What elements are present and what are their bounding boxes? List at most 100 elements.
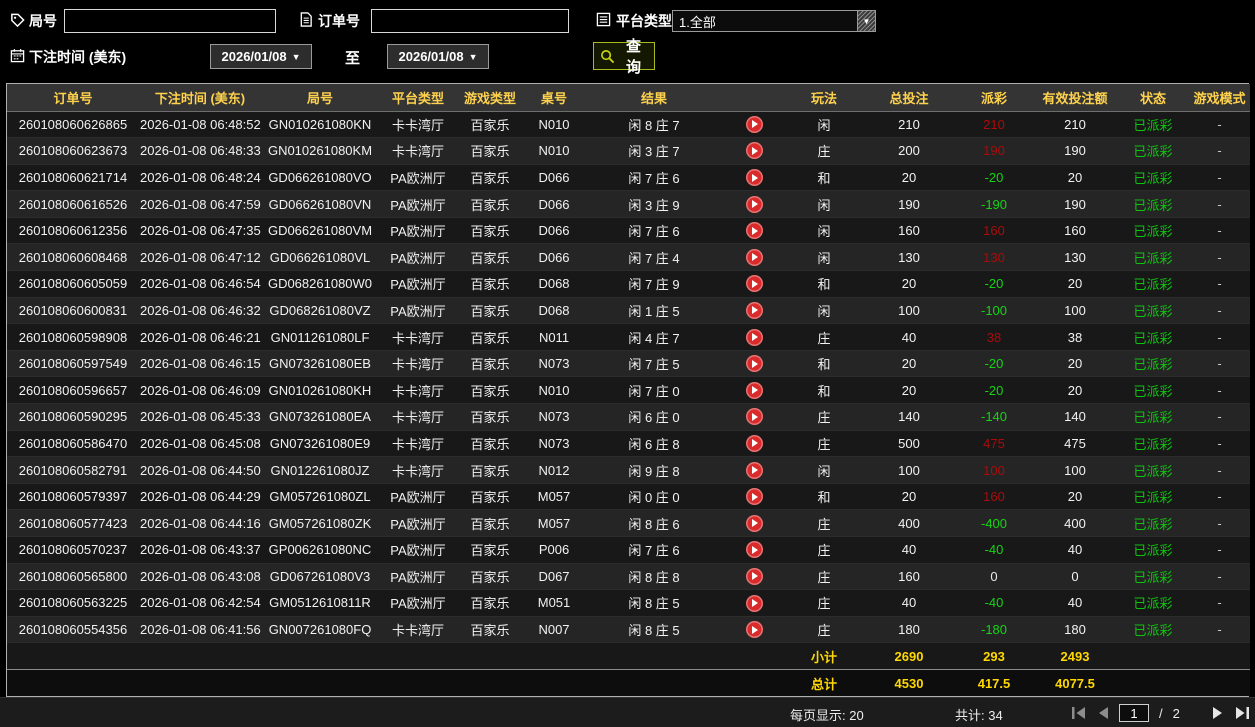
column-header: 结果	[585, 84, 723, 111]
cell-game: 百家乐	[457, 350, 523, 377]
cell-play: 庄	[785, 563, 863, 590]
cell-mode: -	[1189, 404, 1250, 431]
cell-valid_bet: 0	[1033, 563, 1117, 590]
cell-play_btn[interactable]	[723, 191, 785, 218]
first-page-icon[interactable]	[1072, 707, 1087, 719]
cell-order_id: 260108060597549	[7, 350, 139, 377]
cell-play_btn[interactable]	[723, 563, 785, 590]
cell-play_btn[interactable]	[723, 537, 785, 564]
cell-order_id: 260108060554356	[7, 616, 139, 643]
cell-play_btn[interactable]	[723, 350, 785, 377]
play-video-icon[interactable]	[746, 621, 763, 638]
cell-play_btn[interactable]	[723, 590, 785, 617]
cell-status: 已派彩	[1117, 271, 1189, 298]
play-video-icon[interactable]	[746, 355, 763, 372]
date-from-button[interactable]: 2026/01/08▼	[210, 44, 312, 69]
table-row: 2601080605774232026-01-08 06:44:16GM0572…	[7, 510, 1250, 537]
prev-page-icon[interactable]	[1097, 707, 1109, 719]
cell-time: 2026-01-08 06:48:33	[139, 138, 261, 165]
cell-total_bet: 40	[863, 590, 955, 617]
play-video-icon[interactable]	[746, 196, 763, 213]
play-video-icon[interactable]	[746, 462, 763, 479]
cell-time: 2026-01-08 06:44:16	[139, 510, 261, 537]
cell-play_btn[interactable]	[723, 271, 785, 298]
cell-round: GP006261080NC	[261, 537, 379, 564]
cell-round: GD066261080VM	[261, 217, 379, 244]
cell-play_btn[interactable]	[723, 483, 785, 510]
cell-table_no: M057	[523, 510, 585, 537]
cell-platform: 卡卡湾厅	[379, 404, 457, 431]
cell-play: 和	[785, 164, 863, 191]
cell-total_bet: 400	[863, 510, 955, 537]
play-video-icon[interactable]	[746, 302, 763, 319]
column-header: 总投注	[863, 84, 955, 111]
play-video-icon[interactable]	[746, 116, 763, 133]
order-input[interactable]	[371, 9, 569, 33]
play-video-icon[interactable]	[746, 488, 763, 505]
play-video-icon[interactable]	[746, 515, 763, 532]
cell-play_btn[interactable]	[723, 430, 785, 457]
cell-payout: 160	[955, 217, 1033, 244]
cell-mode: -	[1189, 297, 1250, 324]
cell-play_btn[interactable]	[723, 616, 785, 643]
play-video-icon[interactable]	[746, 568, 763, 585]
cell-valid_bet: 140	[1033, 404, 1117, 431]
round-input[interactable]	[64, 9, 276, 33]
cell-round: GN007261080FQ	[261, 616, 379, 643]
round-label: 局号	[29, 11, 57, 31]
cell-game: 百家乐	[457, 138, 523, 165]
cell-payout: -20	[955, 164, 1033, 191]
play-video-icon[interactable]	[746, 142, 763, 159]
cell-table_no: D067	[523, 563, 585, 590]
play-video-icon[interactable]	[746, 329, 763, 346]
cell-time: 2026-01-08 06:44:29	[139, 483, 261, 510]
cell-play_btn[interactable]	[723, 138, 785, 165]
platform-select-value: 1.全部	[679, 12, 716, 31]
cell-mode: -	[1189, 537, 1250, 564]
cell-total_bet: 20	[863, 483, 955, 510]
play-video-icon[interactable]	[746, 222, 763, 239]
date-to-button[interactable]: 2026/01/08▼	[387, 44, 489, 69]
cell-platform: PA欧洲厅	[379, 244, 457, 271]
play-video-icon[interactable]	[746, 595, 763, 612]
play-video-icon[interactable]	[746, 249, 763, 266]
cell-table_no: D068	[523, 297, 585, 324]
cell-play_btn[interactable]	[723, 377, 785, 404]
play-video-icon[interactable]	[746, 435, 763, 452]
cell-round: GN011261080LF	[261, 324, 379, 351]
cell-play_btn[interactable]	[723, 404, 785, 431]
cell-play_btn[interactable]	[723, 244, 785, 271]
cell-play_btn[interactable]	[723, 217, 785, 244]
next-page-icon[interactable]	[1212, 707, 1224, 719]
table-row: 2601080605658002026-01-08 06:43:08GD0672…	[7, 563, 1250, 590]
platform-select[interactable]: 1.全部 ▼	[672, 10, 876, 32]
cell-play_btn[interactable]	[723, 324, 785, 351]
cell-play_btn[interactable]	[723, 111, 785, 138]
table-row: 2601080605702372026-01-08 06:43:37GP0062…	[7, 537, 1250, 564]
column-header: 局号	[261, 84, 379, 111]
play-video-icon[interactable]	[746, 408, 763, 425]
cell-time: 2026-01-08 06:46:32	[139, 297, 261, 324]
cell-order_id: 260108060626865	[7, 111, 139, 138]
cell-order_id: 260108060612356	[7, 217, 139, 244]
cell-play_btn[interactable]	[723, 297, 785, 324]
play-video-icon[interactable]	[746, 275, 763, 292]
search-button[interactable]: 查询	[593, 42, 655, 70]
play-video-icon[interactable]	[746, 541, 763, 558]
cell-result: 闲 1 庄 5	[585, 297, 723, 324]
cell-mode: -	[1189, 350, 1250, 377]
cell-play_btn[interactable]	[723, 510, 785, 537]
last-page-icon[interactable]	[1234, 707, 1249, 719]
page-input[interactable]	[1119, 704, 1149, 722]
cell-game: 百家乐	[457, 271, 523, 298]
play-video-icon[interactable]	[746, 169, 763, 186]
cell-valid_bet: 20	[1033, 271, 1117, 298]
cell-round: GN012261080JZ	[261, 457, 379, 484]
cell-payout: 0	[955, 563, 1033, 590]
cell-play_btn[interactable]	[723, 164, 785, 191]
cell-mode: -	[1189, 217, 1250, 244]
column-header: 游戏模式	[1189, 84, 1250, 111]
cell-time: 2026-01-08 06:45:33	[139, 404, 261, 431]
cell-play_btn[interactable]	[723, 457, 785, 484]
play-video-icon[interactable]	[746, 382, 763, 399]
